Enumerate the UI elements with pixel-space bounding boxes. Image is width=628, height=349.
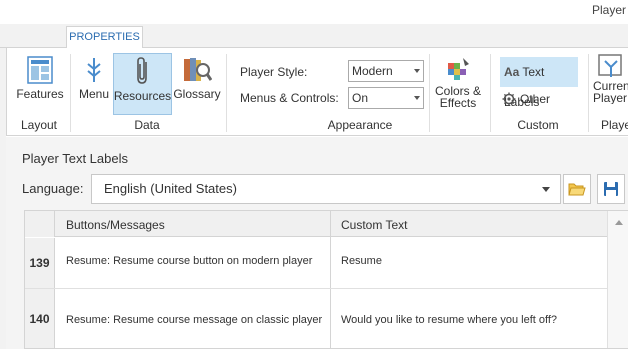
glossary-button[interactable]: Glossary <box>173 56 221 101</box>
language-label: Language: <box>22 181 84 196</box>
ribbon-tabstrip: PROPERTIES <box>0 24 628 49</box>
chevron-down-icon <box>414 96 420 100</box>
text-labels-button[interactable]: Aa Text Labels <box>500 57 578 109</box>
features-button[interactable]: Features <box>15 56 65 101</box>
table-cell-custom-text[interactable]: Would you like to resume where you left … <box>341 314 557 326</box>
colors-effects-button[interactable]: Colors & Effects <box>432 56 484 109</box>
column-header-custom-text[interactable]: Custom Text <box>341 218 407 232</box>
chevron-down-icon <box>414 69 420 73</box>
player-style-value: Modern <box>352 64 393 78</box>
ribbon: Features Layout Menu Resources Glossary … <box>6 48 628 136</box>
resources-label: Resources <box>113 89 172 103</box>
gear-icon <box>502 92 516 106</box>
group-custom-label: Custom <box>517 118 559 132</box>
panel-title: Player Text Labels <box>22 151 128 166</box>
language-select[interactable]: English (United States) <box>91 174 561 204</box>
scroll-up-icon[interactable] <box>615 220 623 225</box>
current-player-label: Current Player <box>593 79 628 104</box>
current-player-icon <box>598 54 622 77</box>
header-corner <box>25 211 55 237</box>
text-labels-icon: Aa <box>504 65 520 79</box>
resources-button[interactable]: Resources <box>113 53 172 115</box>
menu-label: Menu <box>78 87 110 101</box>
save-button[interactable] <box>597 174 625 204</box>
menus-controls-select[interactable]: On <box>348 87 424 109</box>
group-data-label: Data <box>134 118 160 132</box>
player-style-select[interactable]: Modern <box>348 60 424 82</box>
features-label: Features <box>16 87 64 101</box>
tab-properties[interactable]: PROPERTIES <box>66 26 143 49</box>
group-layout-label: Layout <box>20 118 58 132</box>
group-separator <box>70 54 71 132</box>
row-number: 139 <box>25 238 55 288</box>
table-cell-message: Resume: Resume course button on modern p… <box>66 255 313 267</box>
chevron-down-icon <box>542 187 550 192</box>
labels-table: Buttons/Messages Custom Text 139 Resume:… <box>24 210 628 349</box>
glossary-label: Glossary <box>173 87 221 101</box>
features-icon <box>27 56 53 84</box>
app-title: Player <box>591 3 626 17</box>
language-value: English (United States) <box>104 181 237 196</box>
text-labels-panel: Player Text Labels Language: English (Un… <box>6 137 628 349</box>
row-number: 140 <box>25 289 55 348</box>
colors-effects-label: Colors & Effects <box>434 84 481 110</box>
current-player-button[interactable]: Current Player <box>593 52 628 104</box>
glossary-icon <box>184 58 212 81</box>
row-divider <box>25 288 607 289</box>
resources-icon <box>136 57 147 84</box>
open-button[interactable] <box>563 174 591 204</box>
group-separator <box>490 54 491 132</box>
group-separator <box>429 54 430 132</box>
other-button[interactable]: Other <box>502 90 550 108</box>
table-cell-message: Resume: Resume course message on classic… <box>66 314 323 326</box>
colors-effects-icon <box>448 58 469 80</box>
player-style-label: Player Style: <box>240 65 308 79</box>
group-separator <box>588 54 589 132</box>
menu-button[interactable]: Menu <box>76 56 112 101</box>
save-icon <box>604 182 618 196</box>
column-header-messages[interactable]: Buttons/Messages <box>66 218 165 232</box>
open-folder-icon <box>568 183 586 196</box>
other-label: Other <box>520 92 551 106</box>
title-bar: Player <box>0 0 628 24</box>
column-divider <box>330 211 331 348</box>
table-cell-custom-text[interactable]: Resume <box>341 255 382 267</box>
menus-controls-value: On <box>352 91 369 105</box>
group-appearance-label: Appearance <box>327 118 393 132</box>
menus-controls-label: Menus & Controls: <box>240 91 339 105</box>
group-player-label: Playe <box>601 118 628 132</box>
menu-icon <box>87 58 101 82</box>
vertical-scrollbar[interactable] <box>607 211 628 348</box>
group-separator <box>226 54 227 132</box>
